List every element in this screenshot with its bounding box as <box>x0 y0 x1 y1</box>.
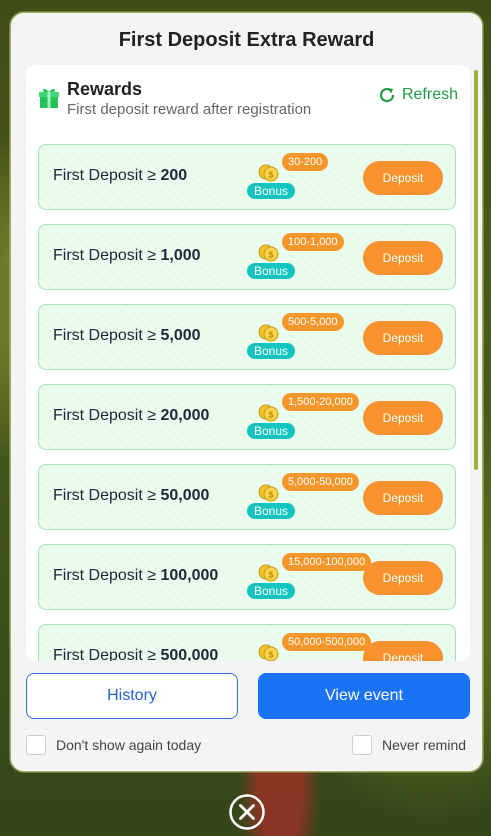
reward-condition: First Deposit ≥ 100,000 <box>53 567 218 585</box>
svg-text:$: $ <box>269 331 274 340</box>
reward-condition: First Deposit ≥ 200 <box>53 167 187 185</box>
svg-text:$: $ <box>269 411 274 420</box>
reward-row: First Deposit ≥ 200 $ 30-200 Bonus Depos… <box>38 144 456 210</box>
reward-amount: 50,000 <box>160 487 210 504</box>
coin-icon: $ <box>258 244 279 262</box>
reward-prefix: First Deposit ≥ <box>53 407 157 424</box>
deposit-button[interactable]: Deposit <box>363 561 443 595</box>
svg-text:$: $ <box>269 571 274 580</box>
close-icon[interactable] <box>228 793 266 831</box>
rewards-subtitle: First deposit reward after registration <box>67 101 312 118</box>
deposit-button[interactable]: Deposit <box>363 481 443 515</box>
deposit-button[interactable]: Deposit <box>363 401 443 435</box>
deposit-button[interactable]: Deposit <box>363 321 443 355</box>
never-remind-checkbox[interactable] <box>352 735 372 755</box>
refresh-icon <box>379 87 395 103</box>
bonus-range-badge: 15,000-100,000 <box>282 553 372 571</box>
reward-prefix: First Deposit ≥ <box>53 247 157 264</box>
reward-prefix: First Deposit ≥ <box>53 647 157 661</box>
reward-condition: First Deposit ≥ 500,000 <box>53 647 218 661</box>
reward-amount: 1,000 <box>160 247 201 264</box>
bonus-range-badge: 1,500-20,000 <box>282 393 359 411</box>
dont-show-today-checkbox[interactable] <box>26 735 46 755</box>
reward-row: First Deposit ≥ 100,000 $ 15,000-100,000… <box>38 544 456 610</box>
bonus-badge: Bonus <box>247 183 295 199</box>
deposit-button[interactable]: Deposit <box>363 241 443 275</box>
bonus-range-badge: 500-5,000 <box>282 313 344 331</box>
bonus-range-badge: 30-200 <box>282 153 329 171</box>
reward-amount: 5,000 <box>160 327 201 344</box>
svg-text:$: $ <box>269 251 274 260</box>
coin-icon: $ <box>258 564 279 582</box>
reward-prefix: First Deposit ≥ <box>53 487 157 504</box>
reward-prefix: First Deposit ≥ <box>53 567 157 584</box>
deposit-button[interactable]: Deposit <box>363 161 443 195</box>
rewards-panel[interactable]: Rewards First deposit reward after regis… <box>26 65 470 661</box>
svg-text:$: $ <box>269 491 274 500</box>
view-event-button[interactable]: View event <box>258 673 470 719</box>
refresh-button[interactable]: Refresh <box>377 85 458 105</box>
bonus-range-badge: 50,000-500,000 <box>282 633 372 651</box>
rewards-scroll-area[interactable]: Rewards First deposit reward after regis… <box>26 65 470 661</box>
svg-text:$: $ <box>269 171 274 180</box>
reward-condition: First Deposit ≥ 50,000 <box>53 487 209 505</box>
history-button[interactable]: History <box>26 673 238 719</box>
rewards-header: Rewards First deposit reward after regis… <box>38 79 458 119</box>
modal-title: First Deposit Extra Reward <box>118 29 375 51</box>
coin-icon: $ <box>258 644 279 661</box>
reward-prefix: First Deposit ≥ <box>53 167 157 184</box>
never-remind-label: Never remind <box>382 737 467 753</box>
reward-row: First Deposit ≥ 1,000 $ 100-1,000 Bonus … <box>38 224 456 290</box>
bonus-range-badge: 100-1,000 <box>282 233 344 251</box>
reward-condition: First Deposit ≥ 5,000 <box>53 327 201 345</box>
bonus-range-badge: 5,000-50,000 <box>282 473 359 491</box>
reward-condition: First Deposit ≥ 20,000 <box>53 407 209 425</box>
reward-prefix: First Deposit ≥ <box>53 327 157 344</box>
coin-icon: $ <box>258 324 279 342</box>
coin-icon: $ <box>258 164 279 182</box>
bonus-badge: Bonus <box>247 503 295 519</box>
reward-amount: 20,000 <box>160 407 210 424</box>
gift-icon <box>39 88 59 108</box>
coin-icon: $ <box>258 484 279 502</box>
reward-row: First Deposit ≥ 20,000 $ 1,500-20,000 Bo… <box>38 384 456 450</box>
dont-show-today-option[interactable]: Don't show again today <box>26 735 201 755</box>
rewards-title: Rewards <box>67 79 143 99</box>
reward-row: First Deposit ≥ 5,000 $ 500-5,000 Bonus … <box>38 304 456 370</box>
bonus-badge: Bonus <box>247 423 295 439</box>
reward-amount: 200 <box>160 167 188 184</box>
coin-icon: $ <box>258 404 279 422</box>
reward-condition: First Deposit ≥ 1,000 <box>53 247 201 265</box>
reward-row: First Deposit ≥ 500,000 $ 50,000-500,000… <box>38 624 456 661</box>
reward-row: First Deposit ≥ 50,000 $ 5,000-50,000 Bo… <box>38 464 456 530</box>
bonus-badge: Bonus <box>247 583 295 599</box>
bonus-badge: Bonus <box>247 263 295 279</box>
first-deposit-modal: First Deposit Extra Reward Rewards First… <box>10 12 483 772</box>
dont-show-today-label: Don't show again today <box>56 737 202 753</box>
never-remind-option[interactable]: Never remind <box>352 735 466 755</box>
svg-text:$: $ <box>269 651 274 660</box>
reward-amount: 500,000 <box>160 647 219 661</box>
bonus-badge: Bonus <box>247 343 295 359</box>
deposit-button[interactable]: Deposit <box>363 641 443 661</box>
scrollbar[interactable] <box>474 70 478 470</box>
refresh-label: Refresh <box>401 86 458 103</box>
reward-amount: 100,000 <box>160 567 219 584</box>
